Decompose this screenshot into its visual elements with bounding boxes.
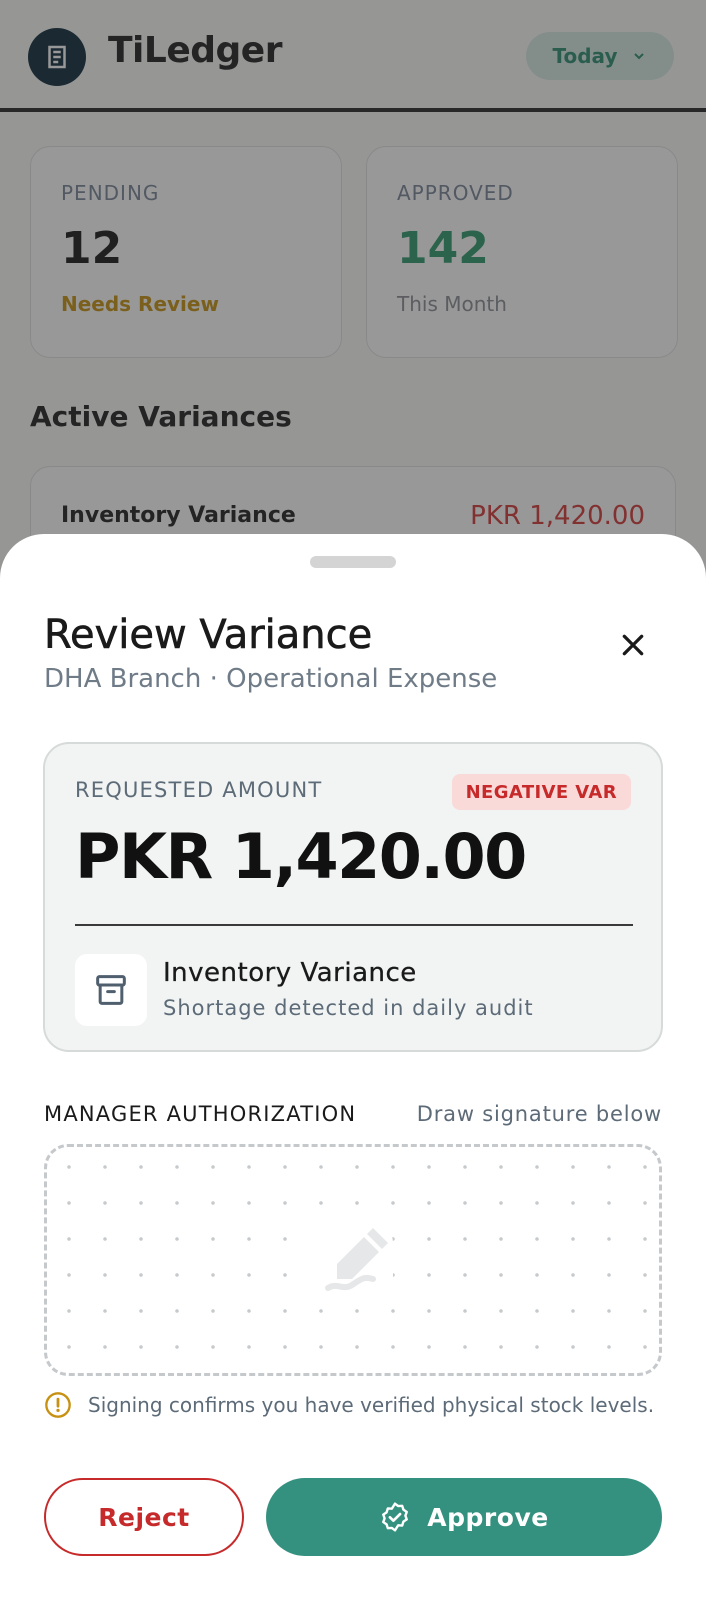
variance-type-title: Inventory Variance xyxy=(163,958,417,988)
sheet-title: Review Variance xyxy=(44,612,373,659)
approve-button[interactable]: Approve xyxy=(266,1478,662,1556)
reject-button[interactable]: Reject xyxy=(44,1478,244,1556)
archive-box-icon xyxy=(96,975,126,1005)
reject-label: Reject xyxy=(98,1502,190,1532)
verification-notice: Signing confirms you have verified physi… xyxy=(44,1390,654,1420)
verified-badge-icon xyxy=(382,1502,409,1532)
signature-placeholder xyxy=(317,1223,393,1299)
approve-label: Approve xyxy=(427,1502,549,1532)
requested-amount-label: REQUESTED AMOUNT xyxy=(75,778,323,802)
info-circle-icon xyxy=(45,1392,71,1418)
requested-amount-value: PKR 1,420.00 xyxy=(75,820,527,893)
sheet-drag-handle[interactable] xyxy=(310,556,396,568)
signature-pad[interactable] xyxy=(44,1144,662,1376)
divider xyxy=(75,924,633,926)
requested-amount-card: REQUESTED AMOUNT NEGATIVE VAR PKR 1,420.… xyxy=(43,742,663,1052)
authorization-label: MANAGER AUTHORIZATION xyxy=(44,1102,357,1126)
signature-hint: Draw signature below xyxy=(416,1102,662,1126)
negative-variance-badge: NEGATIVE VAR xyxy=(451,774,631,810)
pen-draw-icon xyxy=(325,1228,388,1291)
variance-description: Shortage detected in daily audit xyxy=(163,996,534,1020)
review-variance-sheet: Review Variance DHA Branch · Operational… xyxy=(0,534,706,1600)
close-icon xyxy=(622,634,644,656)
sheet-subtitle: DHA Branch · Operational Expense xyxy=(44,664,498,694)
close-button[interactable] xyxy=(608,620,658,670)
notice-text: Signing confirms you have verified physi… xyxy=(88,1393,655,1417)
inventory-icon-container xyxy=(75,954,147,1026)
